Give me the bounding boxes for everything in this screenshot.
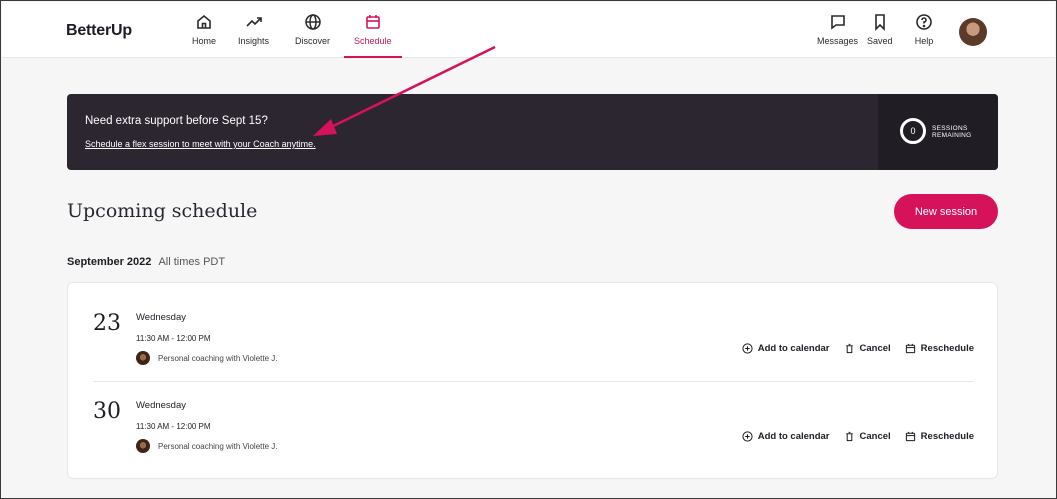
flex-session-banner: Need extra support before Sept 15? Sched… [67, 94, 998, 170]
session-actions: Add to calendar Cancel Reschedule [742, 343, 974, 354]
reschedule-label: Reschedule [920, 431, 974, 442]
home-icon [197, 14, 211, 29]
sessions-card: 23 Wednesday 11:30 AM - 12:00 PM Persona… [67, 282, 998, 479]
nav-insights-label: Insights [238, 36, 270, 46]
nav-home-label: Home [192, 36, 217, 46]
session-actions: Add to calendar Cancel Reschedule [742, 431, 974, 442]
flex-session-link[interactable]: Schedule a flex session to meet with you… [85, 139, 316, 149]
session-item: 23 Wednesday 11:30 AM - 12:00 PM Persona… [68, 283, 999, 382]
betterup-logo[interactable]: BetterUp [66, 22, 132, 40]
globe-icon [304, 14, 321, 30]
help-icon [916, 14, 932, 30]
session-description: Personal coaching with Violette J. [158, 353, 278, 363]
cancel-button[interactable]: Cancel [844, 343, 891, 354]
sessions-remaining-label: SESSIONS REMAINING [932, 125, 972, 139]
session-coach: Personal coaching with Violette J. [136, 439, 277, 453]
nav-insights[interactable]: Insights [238, 12, 269, 58]
session-weekday: Wednesday [136, 400, 186, 411]
add-to-calendar-label: Add to calendar [757, 343, 830, 354]
reschedule-label: Reschedule [920, 343, 974, 354]
session-time: 11:30 AM - 12:00 PM [136, 334, 211, 343]
timezone-label: All times PDT [158, 256, 226, 268]
nav-discover-label: Discover [295, 36, 331, 46]
nav-discover[interactable]: Discover [295, 12, 330, 58]
coach-avatar [136, 439, 150, 453]
reschedule-button[interactable]: Reschedule [905, 343, 974, 354]
month-header: September 2022 All times PDT [67, 256, 225, 268]
nav-messages[interactable]: Messages [817, 12, 858, 58]
calendar-icon [365, 15, 380, 29]
session-coach: Personal coaching with Violette J. [136, 351, 277, 365]
reschedule-button[interactable]: Reschedule [905, 431, 974, 442]
user-avatar[interactable] [959, 18, 987, 46]
nav-help[interactable]: Help [914, 12, 934, 58]
session-time: 11:30 AM - 12:00 PM [136, 422, 211, 431]
banner-title: Need extra support before Sept 15? [85, 115, 268, 127]
nav-saved-label: Saved [867, 36, 893, 46]
session-item: 30 Wednesday 11:30 AM - 12:00 PM Persona… [68, 371, 999, 469]
nav-home[interactable]: Home [192, 12, 216, 58]
trash-icon [845, 431, 853, 442]
session-day: 30 [93, 399, 121, 424]
session-day: 23 [93, 311, 121, 336]
page-title: Upcoming schedule [67, 200, 258, 222]
add-to-calendar-button[interactable]: Add to calendar [742, 431, 830, 442]
insights-icon [245, 17, 262, 27]
top-nav: BetterUp Home Insights Discover Schedule [2, 2, 1055, 58]
session-description: Personal coaching with Violette J. [158, 441, 278, 451]
new-session-button[interactable]: New session [894, 194, 998, 229]
calendar-icon [905, 343, 915, 354]
nav-schedule-label: Schedule [354, 36, 392, 46]
sessions-remaining-panel: 0 SESSIONS REMAINING [878, 94, 998, 170]
plus-circle-icon [742, 431, 753, 442]
cancel-label: Cancel [859, 431, 891, 442]
cancel-button[interactable]: Cancel [844, 431, 891, 442]
app-frame: BetterUp Home Insights Discover Schedule [0, 0, 1057, 499]
session-weekday: Wednesday [136, 312, 186, 323]
message-icon [830, 15, 845, 30]
add-to-calendar-label: Add to calendar [757, 431, 830, 442]
add-to-calendar-button[interactable]: Add to calendar [742, 343, 830, 354]
sessions-count: 0 [900, 118, 926, 144]
bookmark-icon [874, 14, 885, 31]
trash-icon [845, 343, 853, 354]
cancel-label: Cancel [859, 343, 891, 354]
nav-messages-label: Messages [817, 36, 859, 46]
nav-schedule[interactable]: Schedule [344, 12, 401, 58]
nav-saved[interactable]: Saved [867, 12, 893, 58]
plus-circle-icon [742, 343, 753, 354]
calendar-icon [905, 431, 915, 442]
coach-avatar [136, 351, 150, 365]
month-label: September 2022 [67, 256, 152, 268]
nav-help-label: Help [914, 36, 934, 46]
